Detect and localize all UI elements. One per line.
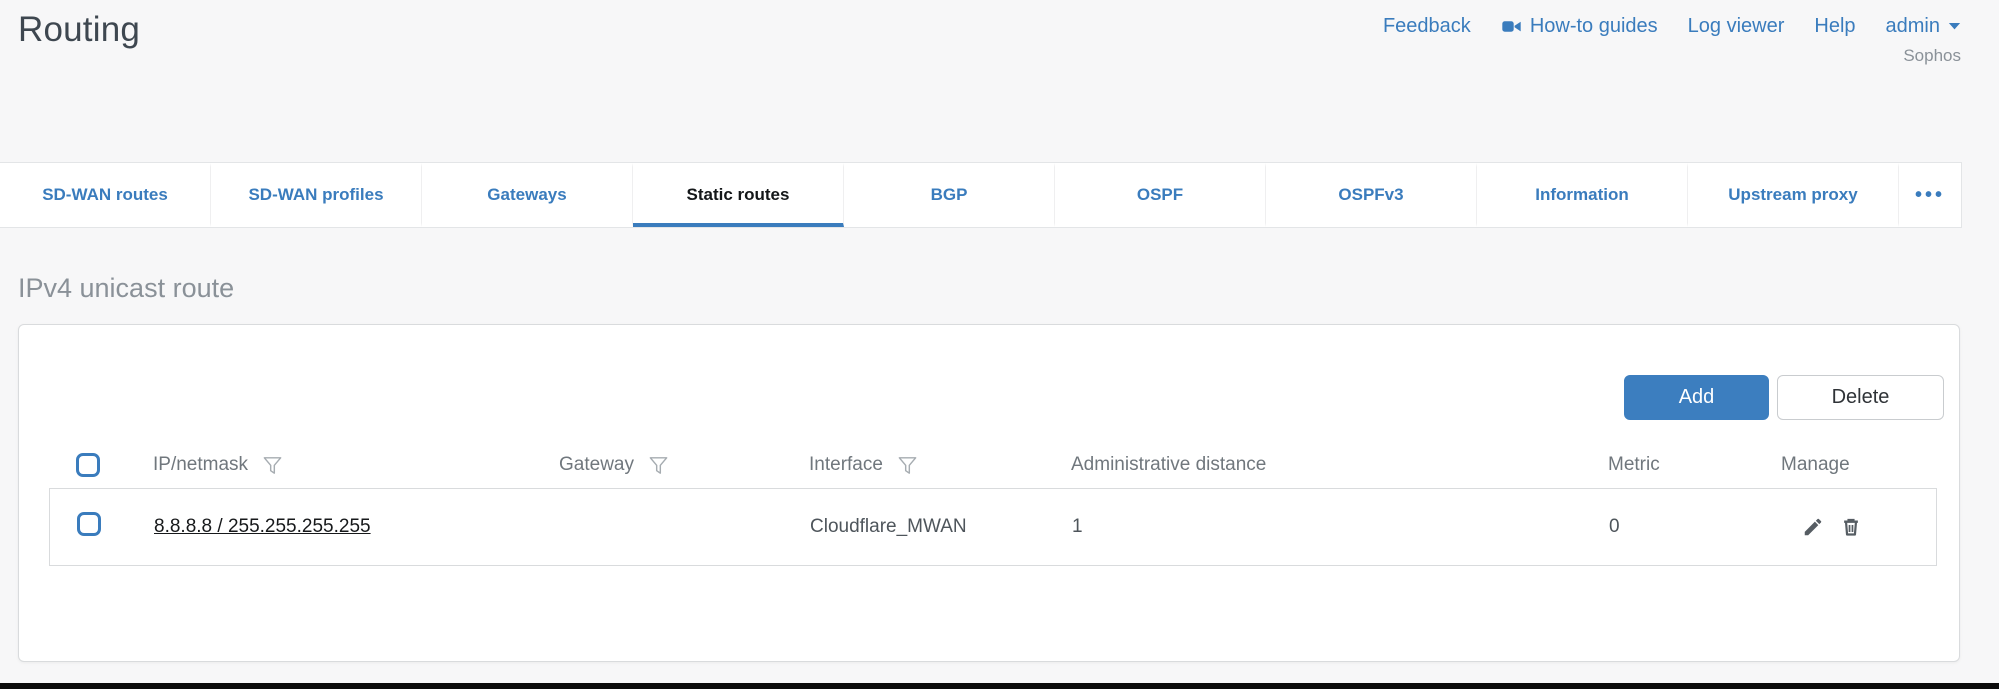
table-row: 8.8.8.8 / 255.255.255.255 Cloudflare_MWAN…	[49, 488, 1937, 566]
table-header-row: IP/netmask Gateway Interface Administrative…	[19, 442, 1959, 488]
tab-upstream-proxy[interactable]: Upstream proxy	[1688, 163, 1899, 227]
page-title: Routing	[18, 10, 140, 50]
brand-label: Sophos	[1903, 46, 1961, 66]
topnav-link-log-viewer[interactable]: Log viewer	[1688, 15, 1785, 38]
column-header-metric: Metric	[1608, 454, 1781, 476]
topnav-link-label: Feedback	[1383, 15, 1471, 38]
tab-sd-wan-routes[interactable]: SD-WAN routes	[0, 163, 211, 227]
select-all-checkbox[interactable]	[76, 453, 100, 477]
filter-button-ip-netmask[interactable]	[261, 454, 284, 477]
tab-label: Information	[1535, 185, 1629, 205]
delete-route-button[interactable]	[1840, 516, 1862, 538]
column-header-label: Gateway	[559, 454, 634, 476]
page-header: Routing Feedback How-to guides Log viewer H…	[0, 0, 1999, 162]
topnav-link-help[interactable]: Help	[1814, 15, 1855, 38]
table-toolbar: Add Delete	[19, 325, 1959, 420]
tab-label: Gateways	[487, 185, 566, 205]
filter-funnel-icon	[261, 454, 284, 477]
topnav-link-feedback[interactable]: Feedback	[1383, 15, 1471, 38]
cell-manage	[1782, 516, 1936, 538]
edit-pencil-icon	[1802, 516, 1824, 538]
tab-ospf[interactable]: OSPF	[1055, 163, 1266, 227]
ip-netmask-link[interactable]: 8.8.8.8 / 255.255.255.255	[154, 516, 371, 537]
top-navigation: Feedback How-to guides Log viewer Help admin…	[1383, 10, 1961, 66]
delete-trash-icon	[1840, 516, 1862, 538]
edit-route-button[interactable]	[1802, 516, 1824, 538]
tab-static-routes[interactable]: Static routes	[633, 163, 844, 227]
topnav-links: Feedback How-to guides Log viewer Help admin	[1383, 15, 1961, 38]
cell-ip-netmask: 8.8.8.8 / 255.255.255.255	[154, 516, 560, 538]
column-header-label: IP/netmask	[153, 454, 248, 476]
column-header-interface: Interface	[809, 454, 1071, 477]
tab-gateways[interactable]: Gateways	[422, 163, 633, 227]
topnav-link-label: admin	[1886, 15, 1940, 38]
tab-label: SD-WAN routes	[42, 185, 168, 205]
topnav-link-label: Log viewer	[1688, 15, 1785, 38]
topnav-link-how-to-guides[interactable]: How-to guides	[1501, 15, 1658, 38]
bottom-edge-bar	[0, 683, 1999, 689]
main-content: IPv4 unicast route Add Delete IP/netmask…	[0, 273, 1999, 662]
add-button[interactable]: Add	[1624, 375, 1769, 420]
filter-funnel-icon	[896, 454, 919, 477]
row-checkbox-cell	[50, 512, 154, 542]
routes-panel: Add Delete IP/netmask Gateway Interface Adm…	[18, 324, 1960, 662]
column-header-administrative-distance: Administrative distance	[1071, 454, 1608, 476]
row-checkbox[interactable]	[77, 512, 101, 536]
column-header-label: Interface	[809, 454, 883, 476]
tab-ospfv3[interactable]: OSPFv3	[1266, 163, 1477, 227]
topnav-link-admin[interactable]: admin	[1886, 15, 1961, 38]
tab-label: BGP	[931, 185, 968, 205]
delete-button[interactable]: Delete	[1777, 375, 1944, 420]
tab-information[interactable]: Information	[1477, 163, 1688, 227]
cell-interface: Cloudflare_MWAN	[810, 516, 1072, 538]
column-header-ip-netmask: IP/netmask	[153, 454, 559, 477]
cell-administrative-distance: 1	[1072, 516, 1609, 538]
topnav-link-label: Help	[1814, 15, 1855, 38]
topnav-link-label: How-to guides	[1530, 15, 1658, 38]
tab-label: Static routes	[687, 185, 790, 205]
cell-metric: 0	[1609, 516, 1782, 538]
column-header-label: Administrative distance	[1071, 454, 1266, 476]
filter-button-interface[interactable]	[896, 454, 919, 477]
header-checkbox-cell	[19, 453, 153, 477]
filter-button-gateway[interactable]	[647, 454, 670, 477]
tab-label: Upstream proxy	[1728, 185, 1857, 205]
column-header-gateway: Gateway	[559, 454, 809, 477]
filter-funnel-icon	[647, 454, 670, 477]
tab-label: OSPFv3	[1338, 185, 1403, 205]
column-header-label: Manage	[1781, 454, 1850, 476]
tab-bgp[interactable]: BGP	[844, 163, 1055, 227]
column-header-label: Metric	[1608, 454, 1660, 476]
tab-sd-wan-profiles[interactable]: SD-WAN profiles	[211, 163, 422, 227]
tabs-overflow-button[interactable]: •••	[1899, 163, 1961, 227]
table-body: 8.8.8.8 / 255.255.255.255 Cloudflare_MWAN…	[49, 488, 1937, 566]
column-header-manage: Manage	[1781, 454, 1959, 476]
tab-label: SD-WAN profiles	[248, 185, 383, 205]
tab-label: OSPF	[1137, 185, 1183, 205]
video-camera-icon	[1501, 16, 1522, 37]
caret-down-icon	[1948, 22, 1961, 31]
tab-bar: SD-WAN routes SD-WAN profiles Gateways Stat…	[0, 162, 1962, 228]
section-heading: IPv4 unicast route	[18, 273, 1962, 304]
ellipsis-icon: •••	[1915, 184, 1945, 207]
